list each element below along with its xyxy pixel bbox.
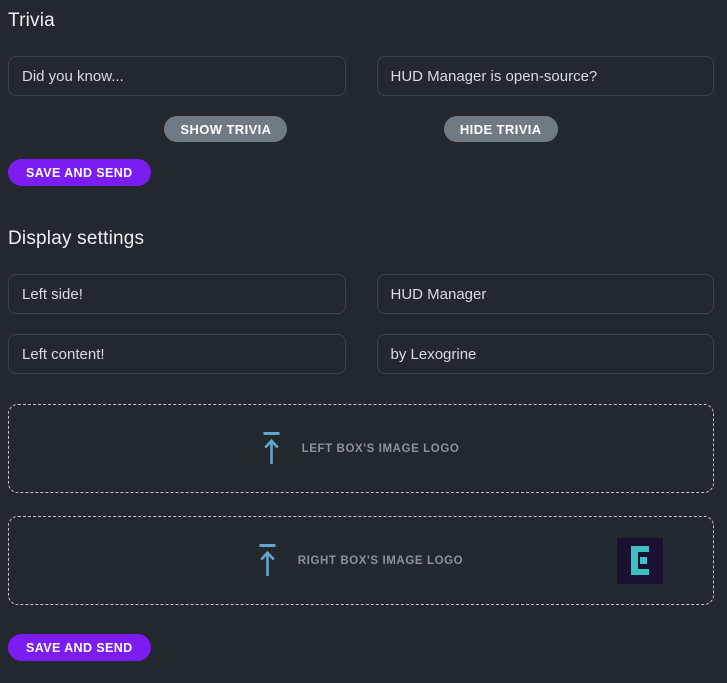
upload-icon bbox=[263, 432, 280, 465]
display-settings-title: Display settings bbox=[8, 228, 714, 250]
right-logo-dropzone[interactable]: RIGHT BOX'S IMAGE LOGO bbox=[8, 516, 714, 605]
trivia-save-row: SAVE AND SEND bbox=[8, 159, 714, 186]
right-logo-dropzone-label: RIGHT BOX'S IMAGE LOGO bbox=[298, 555, 463, 567]
trivia-answer-input[interactable] bbox=[377, 56, 715, 96]
display-contents-row bbox=[8, 334, 714, 374]
settings-page: Trivia SHOW TRIVIA HIDE TRIVIA SAVE AND … bbox=[0, 0, 727, 683]
left-logo-dropzone[interactable]: LEFT BOX'S IMAGE LOGO bbox=[8, 404, 714, 493]
show-trivia-button[interactable]: SHOW TRIVIA bbox=[164, 116, 287, 142]
logo-letter-e-icon bbox=[631, 546, 649, 575]
trivia-question-input[interactable] bbox=[8, 56, 346, 96]
right-box-content-input[interactable] bbox=[377, 334, 715, 374]
trivia-save-and-send-button[interactable]: SAVE AND SEND bbox=[8, 159, 151, 186]
upload-icon bbox=[259, 544, 276, 577]
display-titles-row bbox=[8, 274, 714, 314]
display-save-and-send-button[interactable]: SAVE AND SEND bbox=[8, 634, 151, 661]
trivia-section-title: Trivia bbox=[8, 10, 714, 32]
left-box-title-input[interactable] bbox=[8, 274, 346, 314]
hide-trivia-button[interactable]: HIDE TRIVIA bbox=[444, 116, 558, 142]
trivia-inputs-row bbox=[8, 56, 714, 96]
left-logo-dropzone-label: LEFT BOX'S IMAGE LOGO bbox=[302, 443, 460, 455]
trivia-actions-row: SHOW TRIVIA HIDE TRIVIA bbox=[8, 116, 714, 142]
right-logo-preview bbox=[617, 538, 663, 584]
display-save-row: SAVE AND SEND bbox=[8, 634, 714, 661]
left-box-content-input[interactable] bbox=[8, 334, 346, 374]
right-box-title-input[interactable] bbox=[377, 274, 715, 314]
